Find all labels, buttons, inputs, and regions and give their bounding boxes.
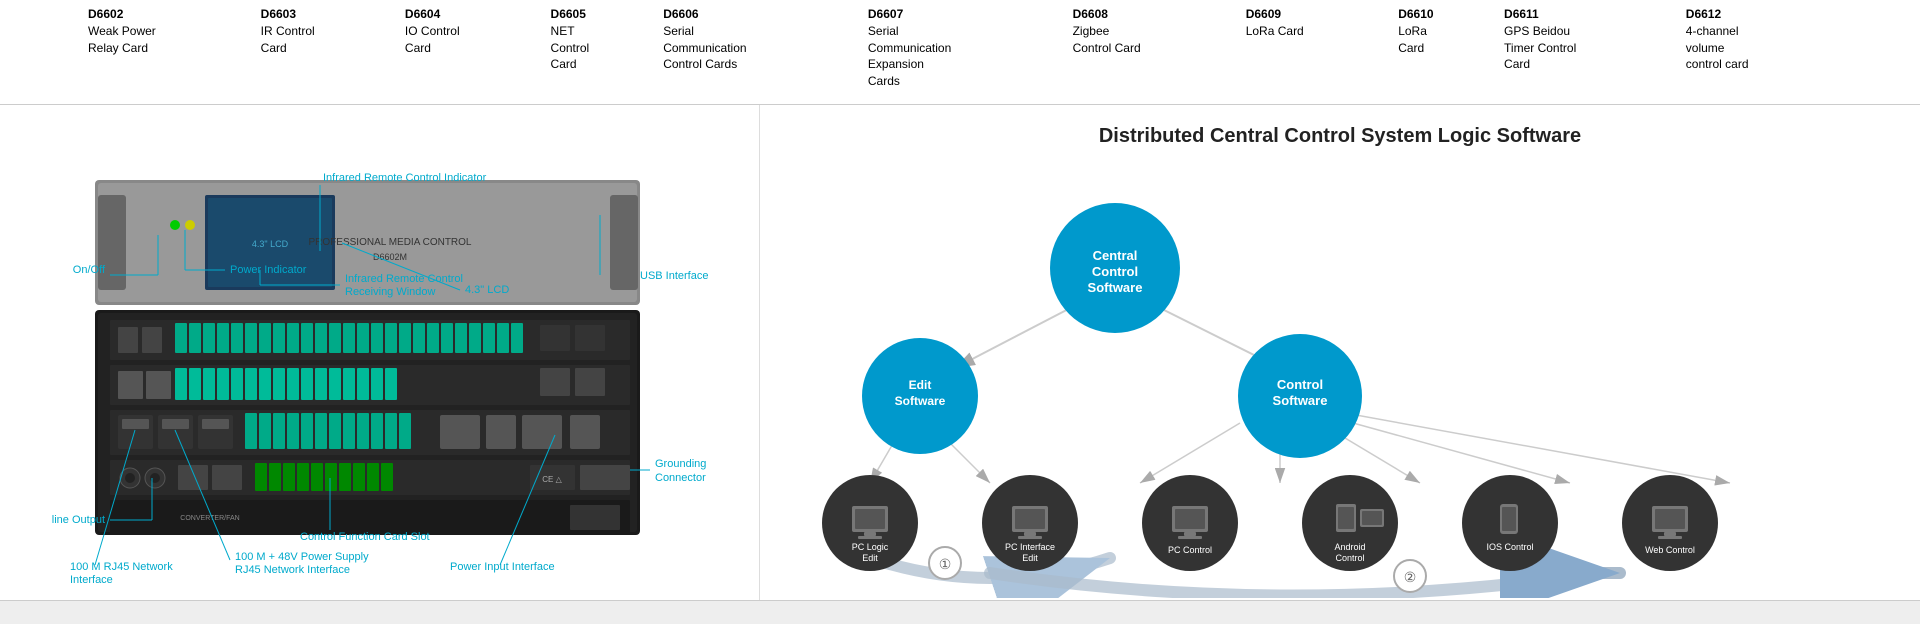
svg-text:Software: Software: [1088, 280, 1143, 295]
svg-text:Edit: Edit: [909, 378, 932, 392]
svg-text:PC Logic: PC Logic: [852, 542, 889, 552]
svg-text:CE △: CE △: [542, 475, 562, 484]
bottom-strip: [0, 600, 1920, 624]
svg-text:Power Input Interface: Power Input Interface: [450, 561, 555, 573]
svg-text:Control: Control: [1335, 553, 1364, 563]
cell-d6608: D6608ZigbeeControl Card: [1065, 4, 1238, 92]
svg-text:Receiving Window: Receiving Window: [345, 286, 436, 298]
svg-text:USB Interface: USB Interface: [640, 270, 708, 282]
svg-text:RJ45 Network Interface: RJ45 Network Interface: [235, 564, 350, 576]
svg-text:line Output: line Output: [52, 514, 105, 526]
svg-text:Software: Software: [1273, 393, 1328, 408]
svg-text:4.3" LCD: 4.3" LCD: [252, 239, 289, 249]
svg-text:Connector: Connector: [655, 472, 706, 484]
cell-d6603: D6603IR ControlCard: [253, 4, 397, 92]
cell-d6611: D6611GPS BeidouTimer ControlCard: [1496, 4, 1678, 92]
svg-text:IOS Control: IOS Control: [1486, 542, 1533, 552]
svg-text:On/Off: On/Off: [73, 264, 106, 276]
left-panel: 4.3" LCD PROFESSIONAL MEDIA CONTROL D660…: [0, 105, 760, 600]
svg-text:Software: Software: [895, 394, 946, 408]
diagram-area: ① ② Central Control Software Edit Softwa…: [790, 168, 1890, 598]
svg-text:Infrared Remote Control Indica: Infrared Remote Control Indicator: [323, 172, 487, 184]
svg-text:Control: Control: [1092, 264, 1138, 279]
svg-text:Control Function Card Slot: Control Function Card Slot: [300, 531, 430, 543]
cell-d6605: D6605NETControlCard: [543, 4, 656, 92]
svg-text:Control: Control: [1277, 377, 1323, 392]
svg-text:Grounding: Grounding: [655, 458, 706, 470]
svg-text:4.3" LCD: 4.3" LCD: [465, 284, 509, 296]
cell-d6612: D66124-channelvolumecontrol card: [1678, 4, 1840, 92]
cell-d6610: D6610LoRaCard: [1390, 4, 1496, 92]
svg-text:CONVERTER/FAN: CONVERTER/FAN: [180, 515, 239, 522]
svg-text:100 M + 48V Power Supply: 100 M + 48V Power Supply: [235, 551, 369, 563]
svg-text:①: ①: [939, 556, 952, 572]
right-panel: Distributed Central Control System Logic…: [760, 105, 1920, 600]
svg-text:PC Interface: PC Interface: [1005, 542, 1055, 552]
svg-text:Edit: Edit: [862, 553, 878, 563]
svg-text:PC Control: PC Control: [1168, 545, 1212, 555]
svg-text:Edit: Edit: [1022, 553, 1038, 563]
cell-d6606: D6606SerialCommunicationControl Cards: [655, 4, 860, 92]
cell-d6609: D6609LoRa Card: [1238, 4, 1391, 92]
cell-d6602: D6602Weak PowerRelay Card: [80, 4, 253, 92]
top-table: D6602Weak PowerRelay Card D6603IR Contro…: [0, 0, 1920, 105]
svg-text:Power Indicator: Power Indicator: [230, 264, 307, 276]
device-container: 4.3" LCD PROFESSIONAL MEDIA CONTROL D660…: [10, 115, 749, 590]
diagram-title: Distributed Central Control System Logic…: [790, 125, 1890, 148]
cell-d6604: D6604IO ControlCard: [397, 4, 543, 92]
svg-text:PROFESSIONAL MEDIA CONTROL: PROFESSIONAL MEDIA CONTROL: [309, 237, 472, 248]
cell-d6607: D6607SerialCommunicationExpansionCards: [860, 4, 1065, 92]
svg-text:Web Control: Web Control: [1645, 545, 1695, 555]
svg-text:②: ②: [1404, 569, 1417, 585]
svg-text:Infrared Remote Control: Infrared Remote Control: [345, 273, 463, 285]
svg-text:Android: Android: [1334, 542, 1365, 552]
svg-text:100 M RJ45 Network: 100 M RJ45 Network: [70, 561, 173, 573]
svg-text:Interface: Interface: [70, 574, 113, 585]
main-content: 4.3" LCD PROFESSIONAL MEDIA CONTROL D660…: [0, 105, 1920, 600]
svg-text:Central: Central: [1093, 248, 1138, 263]
